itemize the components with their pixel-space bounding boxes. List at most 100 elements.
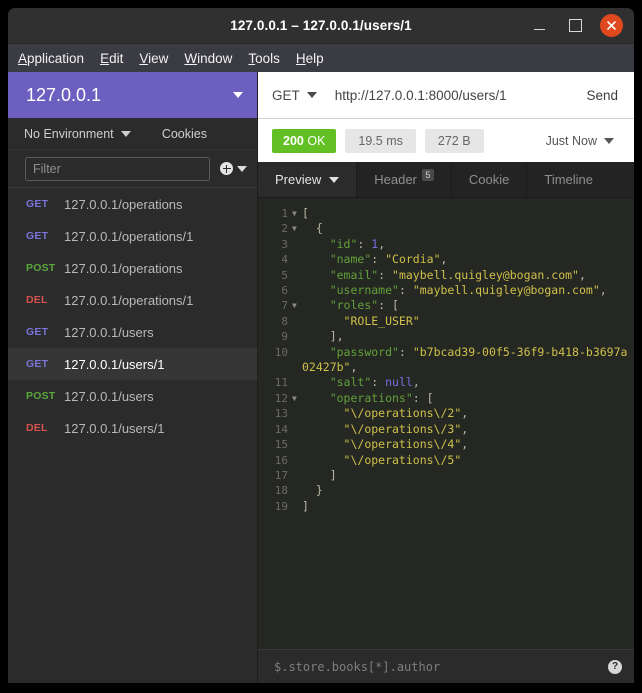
request-list-item[interactable]: GET 127.0.0.1/operations/1 — [8, 220, 257, 252]
line-number: 3 — [281, 237, 288, 251]
chevron-down-icon[interactable] — [120, 130, 131, 137]
maximize-icon[interactable] — [564, 15, 586, 37]
code-line: 4 "name": "Cordia", — [258, 252, 634, 267]
line-number: 11 — [274, 376, 288, 390]
cookies-button[interactable]: Cookies — [162, 127, 241, 141]
request-url-label: 127.0.0.1/operations/1 — [64, 228, 194, 244]
response-timeago-dropdown[interactable]: Just Now — [546, 134, 620, 148]
request-list[interactable]: GET 127.0.0.1/operations GET 127.0.0.1/oper… — [8, 188, 257, 683]
line-number: 1 — [281, 207, 288, 220]
status-code: 200 — [283, 133, 304, 148]
code-text: ] — [302, 467, 337, 482]
response-tabs[interactable]: Preview Header 5 Cookie Timeline — [258, 162, 634, 198]
line-number: 18 — [274, 484, 288, 498]
line-number: 19 — [274, 499, 288, 513]
fold-triangle-icon[interactable]: ▼ — [292, 298, 302, 313]
request-list-item[interactable]: GET 127.0.0.1/users — [8, 316, 257, 348]
code-line: 7 ▼ "roles": [ — [258, 298, 634, 313]
app-window: 127.0.0.1 – 127.0.0.1/users/1 Applicatio… — [8, 8, 634, 683]
code-text: "\/operations\/5" — [343, 452, 462, 467]
code-text: "name": "Cordia", — [329, 252, 448, 267]
request-url-label: 127.0.0.1/users — [64, 388, 154, 404]
line-number: 8 — [281, 314, 288, 328]
help-icon[interactable]: ? — [608, 659, 622, 674]
plus-circle-icon — [220, 162, 233, 175]
code-text: "id": 1, — [329, 236, 386, 251]
line-number: 15 — [274, 438, 288, 452]
response-body-viewer[interactable]: 1 ▼[2 ▼ {3 "id": 1, 4 "name": "Cordia", 5 "e… — [258, 198, 634, 649]
tab-label: Timeline — [544, 172, 594, 187]
line-number: 17 — [274, 468, 288, 482]
code-line: 13 "\/operations\/2", — [258, 406, 634, 421]
request-list-item[interactable]: DEL 127.0.0.1/users/1 — [8, 412, 257, 444]
workspace-name: 127.0.0.1 — [26, 84, 102, 105]
jsonpath-filter-bar: ? — [258, 649, 634, 683]
chevron-down-icon — [306, 92, 317, 98]
tab-header[interactable]: Header 5 — [357, 162, 452, 197]
request-url-label: 127.0.0.1/operations — [64, 260, 183, 276]
fold-triangle-icon[interactable]: ▼ — [292, 221, 302, 236]
request-list-item[interactable]: DEL 127.0.0.1/operations/1 — [8, 284, 257, 316]
menu-tools[interactable]: Tools — [248, 51, 280, 66]
line-number: 7 — [281, 299, 288, 313]
response-timeago-label: Just Now — [545, 133, 597, 148]
line-number: 2 — [281, 222, 288, 236]
line-number: 12 — [274, 391, 288, 405]
line-number: 5 — [281, 268, 288, 282]
request-method-label: POST — [26, 390, 56, 402]
chevron-down-icon — [329, 176, 340, 183]
request-method-label: DEL — [26, 294, 48, 306]
code-text: "ROLE_USER" — [343, 313, 420, 328]
add-request-button[interactable] — [220, 162, 247, 175]
line-number: 14 — [274, 422, 288, 436]
menu-help[interactable]: Help — [296, 51, 324, 66]
menu-view[interactable]: View — [139, 51, 168, 66]
send-button[interactable]: Send — [570, 88, 634, 103]
method-label: GET — [272, 87, 300, 103]
code-text: "\/operations\/3", — [343, 421, 469, 436]
url-input[interactable]: http://127.0.0.1:8000/users/1 — [335, 88, 571, 103]
request-url-label: 127.0.0.1/operations — [64, 196, 183, 212]
tab-badge: 5 — [421, 168, 434, 181]
code-text: "\/operations\/2", — [343, 406, 469, 421]
jsonpath-input[interactable] — [274, 659, 608, 674]
fold-triangle-icon[interactable]: ▼ — [292, 206, 302, 221]
request-url-label: 127.0.0.1/users/1 — [64, 420, 165, 436]
code-line: 11 "salt": null, — [258, 375, 634, 390]
close-icon[interactable] — [600, 14, 623, 37]
code-text: ], — [302, 329, 344, 344]
code-text: "roles": [ — [329, 298, 399, 313]
code-text: "password": "b7bcad39-00f5-36f9-b418-b36… — [302, 344, 628, 375]
menu-application[interactable]: Application — [18, 51, 84, 66]
tab-timeline[interactable]: Timeline — [527, 162, 610, 197]
code-text: ] — [302, 498, 309, 513]
code-text: "salt": null, — [329, 375, 420, 390]
request-list-item[interactable]: GET 127.0.0.1/users/1 — [8, 348, 257, 380]
request-method-label: DEL — [26, 422, 48, 434]
chevron-down-icon — [604, 137, 614, 144]
method-dropdown[interactable]: GET — [272, 88, 317, 103]
workspace-selector[interactable]: 127.0.0.1 — [8, 72, 257, 118]
request-list-item[interactable]: POST 127.0.0.1/operations — [8, 252, 257, 284]
menu-edit[interactable]: Edit — [100, 51, 123, 66]
line-number: 13 — [274, 407, 288, 421]
filter-row — [8, 150, 257, 188]
code-text: "\/operations\/4", — [343, 437, 469, 452]
status-badge: 200 OK — [272, 128, 337, 153]
chevron-down-icon — [233, 92, 243, 98]
request-list-item[interactable]: GET 127.0.0.1/operations — [8, 188, 257, 220]
menu-window[interactable]: Window — [184, 51, 232, 66]
fold-triangle-icon[interactable]: ▼ — [292, 391, 302, 406]
response-status-bar: 200 OK 19.5 ms 272 B Just Now — [258, 118, 634, 162]
status-code-text: OK — [307, 133, 326, 148]
request-list-item[interactable]: POST 127.0.0.1/users — [8, 380, 257, 412]
tab-label: Header — [374, 172, 417, 187]
filter-input[interactable] — [25, 156, 210, 181]
minimize-icon[interactable] — [528, 15, 550, 37]
code-line: 12 ▼ "operations": [ — [258, 391, 634, 406]
tab-cookie[interactable]: Cookie — [452, 162, 528, 197]
code-text: "email": "maybell.quigley@bogan.com", — [329, 267, 586, 282]
tab-preview[interactable]: Preview — [258, 162, 358, 197]
response-time-chip: 19.5 ms — [345, 128, 416, 153]
line-number: 4 — [281, 253, 288, 267]
